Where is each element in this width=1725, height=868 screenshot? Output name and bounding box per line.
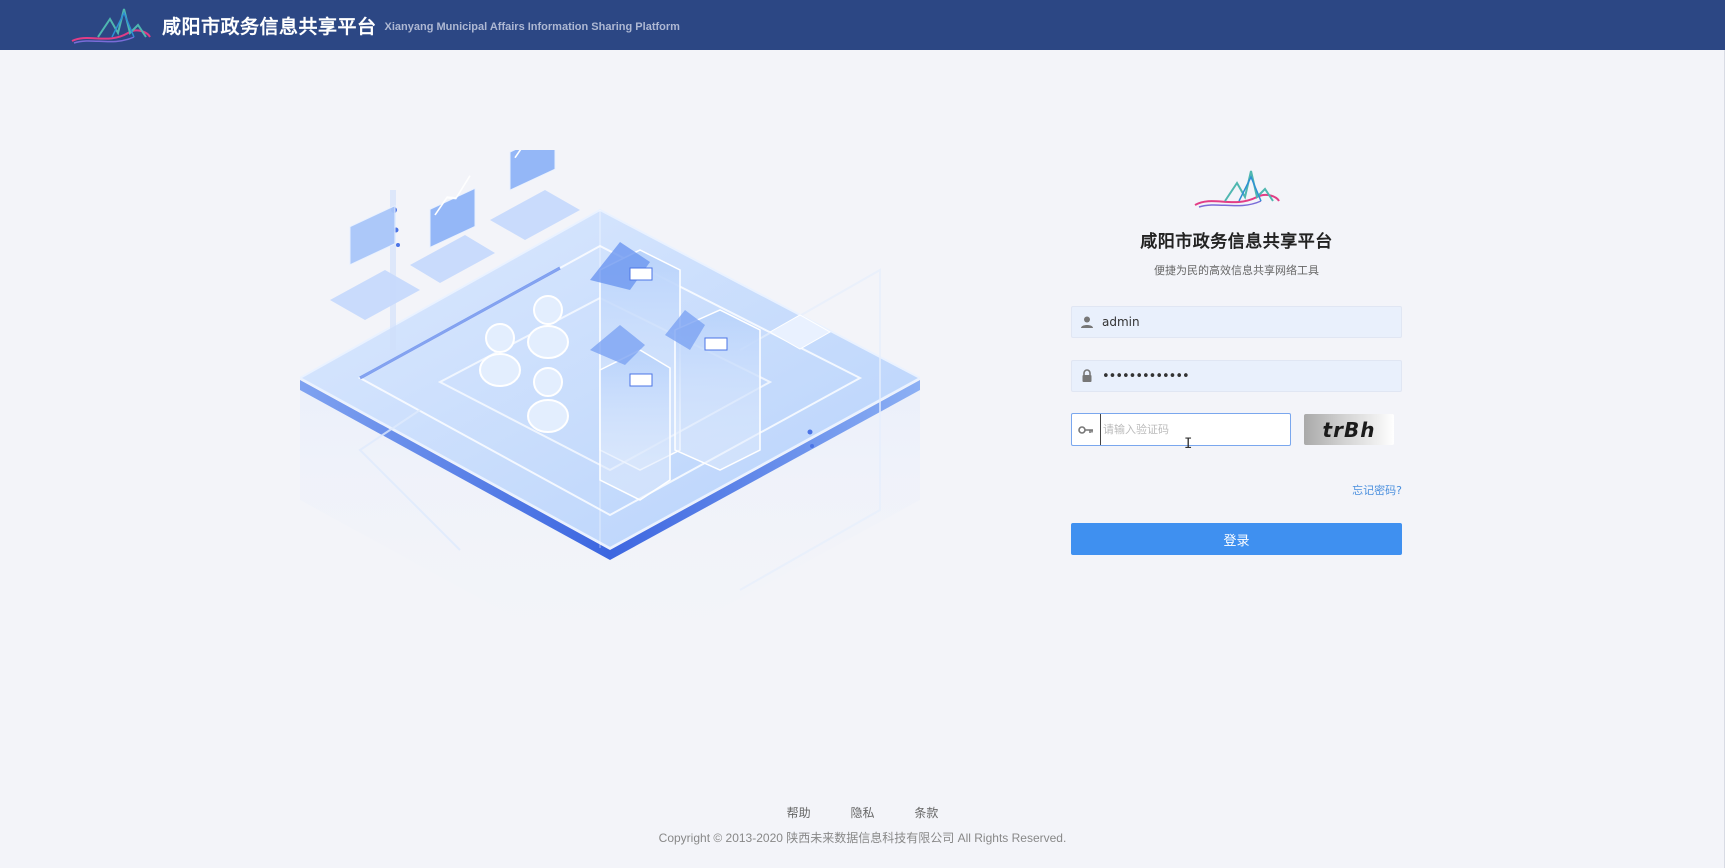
password-value[interactable]: •••••••••••••: [1102, 369, 1190, 384]
captcha-row: I trBh: [1071, 413, 1402, 452]
lock-icon: [1072, 369, 1102, 383]
captcha-field[interactable]: I: [1071, 413, 1291, 452]
footer-link-privacy[interactable]: 隐私: [850, 806, 874, 820]
login-subtitle: 便捷为民的高效信息共享网络工具: [1154, 264, 1319, 277]
login-title: 咸阳市政务信息共享平台: [1140, 232, 1333, 252]
text-cursor-icon: I: [1184, 436, 1193, 452]
mountain-ribbon-logo-icon: [71, 8, 151, 44]
isometric-data-platform-illustration: [300, 150, 920, 670]
footer-link-help[interactable]: 帮助: [787, 806, 811, 820]
username-field[interactable]: admin: [1071, 306, 1402, 338]
header-title: 咸阳市政务信息共享平台: [162, 15, 377, 38]
login-button[interactable]: 登录: [1071, 523, 1402, 555]
password-field[interactable]: •••••••••••••: [1071, 360, 1402, 392]
forgot-password-link[interactable]: 忘记密码?: [1071, 482, 1402, 498]
footer-links: 帮助 隐私 条款: [0, 804, 1725, 821]
user-icon: [1072, 315, 1102, 329]
username-value[interactable]: admin: [1102, 315, 1140, 329]
key-icon: [1072, 425, 1100, 435]
header-subtitle: Xianyang Municipal Affairs Information S…: [384, 20, 680, 33]
login-panel: 咸阳市政务信息共享平台 便捷为民的高效信息共享网络工具 admin ••••••…: [1071, 165, 1402, 555]
copyright-text: Copyright © 2013-2020 陕西未来数据信息科技有限公司 All…: [658, 831, 1067, 845]
footer-link-terms[interactable]: 条款: [914, 806, 938, 820]
top-header: 咸阳市政务信息共享平台 Xianyang Municipal Affairs I…: [0, 0, 1725, 50]
captcha-image[interactable]: trBh: [1304, 414, 1394, 445]
mountain-ribbon-logo-icon: [1194, 170, 1280, 208]
